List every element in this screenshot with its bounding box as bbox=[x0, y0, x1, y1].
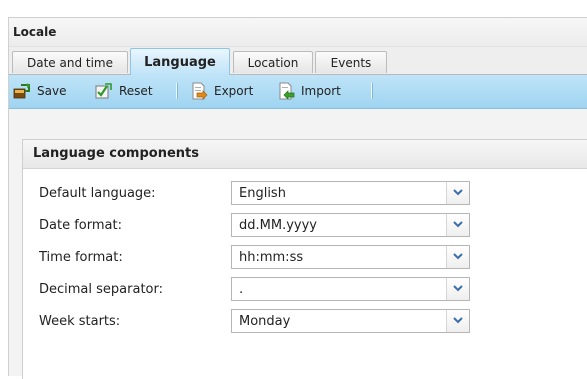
import-icon bbox=[277, 82, 295, 100]
save-label: Save bbox=[37, 84, 67, 98]
time-format-select[interactable]: hh:mm:ss bbox=[231, 245, 470, 269]
chevron-down-icon bbox=[453, 189, 463, 196]
export-button[interactable]: Export bbox=[190, 81, 253, 101]
save-icon bbox=[13, 82, 31, 100]
form-row-time-format: Time format: hh:mm:ss bbox=[23, 245, 587, 271]
tab-language[interactable]: Language bbox=[130, 48, 230, 75]
export-icon bbox=[190, 82, 208, 100]
time-format-label: Time format: bbox=[39, 250, 123, 265]
tab-location[interactable]: Location bbox=[233, 51, 313, 73]
import-button[interactable]: Import bbox=[277, 81, 341, 101]
time-format-value: hh:mm:ss bbox=[239, 250, 304, 265]
default-language-select[interactable]: English bbox=[231, 181, 470, 205]
date-format-select[interactable]: dd.MM.yyyy bbox=[231, 213, 470, 237]
week-starts-value: Monday bbox=[239, 314, 291, 329]
dropdown-button[interactable] bbox=[446, 310, 469, 332]
save-button[interactable]: Save bbox=[13, 81, 66, 101]
chevron-down-icon bbox=[453, 253, 463, 260]
toolbar-separator bbox=[371, 83, 373, 99]
form-row-date-format: Date format: dd.MM.yyyy bbox=[23, 213, 587, 239]
dropdown-button[interactable] bbox=[446, 278, 469, 300]
toolbar: Save Reset Export Import bbox=[9, 75, 587, 109]
chevron-down-icon bbox=[453, 317, 463, 324]
decimal-separator-label: Decimal separator: bbox=[39, 282, 163, 297]
export-label: Export bbox=[214, 84, 254, 98]
decimal-separator-select[interactable]: . bbox=[231, 277, 470, 301]
tab-events[interactable]: Events bbox=[315, 51, 387, 73]
panel-title: Language components bbox=[23, 140, 587, 169]
locale-window: Locale Date and time Language Location E… bbox=[8, 17, 587, 379]
import-label: Import bbox=[301, 84, 341, 98]
chevron-down-icon bbox=[453, 285, 463, 292]
toolbar-separator bbox=[176, 83, 178, 99]
dropdown-button[interactable] bbox=[446, 182, 469, 204]
default-language-label: Default language: bbox=[39, 186, 156, 201]
content-area: Language components Default language: En… bbox=[9, 109, 587, 379]
form-row-week-starts: Week starts: Monday bbox=[23, 309, 587, 335]
date-format-value: dd.MM.yyyy bbox=[239, 218, 317, 233]
language-components-panel: Language components Default language: En… bbox=[22, 139, 587, 379]
reset-icon bbox=[95, 82, 113, 100]
dropdown-button[interactable] bbox=[446, 214, 469, 236]
default-language-value: English bbox=[239, 186, 286, 201]
reset-button[interactable]: Reset bbox=[95, 81, 153, 101]
form-row-decimal-separator: Decimal separator: . bbox=[23, 277, 587, 303]
form-row-default-language: Default language: English bbox=[23, 181, 587, 207]
dropdown-button[interactable] bbox=[446, 246, 469, 268]
tab-bar: Date and time Language Location Events bbox=[9, 47, 587, 75]
chevron-down-icon bbox=[453, 221, 463, 228]
tab-date-and-time[interactable]: Date and time bbox=[12, 51, 128, 73]
date-format-label: Date format: bbox=[39, 218, 122, 233]
window-title: Locale bbox=[9, 18, 587, 47]
week-starts-label: Week starts: bbox=[39, 314, 121, 329]
decimal-separator-value: . bbox=[239, 282, 244, 297]
reset-label: Reset bbox=[119, 84, 153, 98]
week-starts-select[interactable]: Monday bbox=[231, 309, 470, 333]
